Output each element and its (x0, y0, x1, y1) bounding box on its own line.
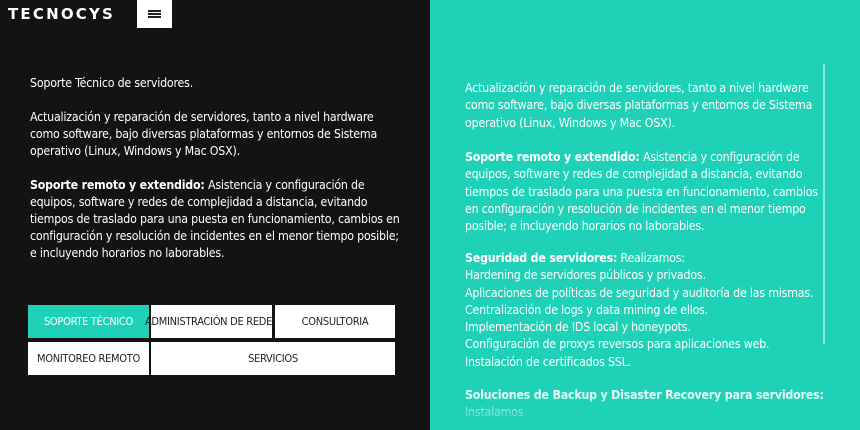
left-panel: TECNOCYS Soporte Técnico de servidores. … (0, 0, 430, 430)
tab-monitoreo-remoto[interactable]: MONITOREO REMOTO (28, 342, 149, 375)
server-security-heading: Seguridad de servidores: (465, 251, 618, 265)
intro-paragraph: Actualización y reparación de servidores… (30, 110, 378, 158)
tab-administracion-de-redes[interactable]: ADMINISTRACIÓN DE REDES (145, 305, 278, 338)
security-item: Centralización de logs y data mining de … (465, 302, 709, 317)
right-panel[interactable]: Actualización y reparación de servidores… (430, 0, 860, 430)
security-item: Configuración de proxys reversos para ap… (465, 337, 770, 352)
hamburger-icon-line (148, 16, 161, 18)
hamburger-icon (148, 10, 161, 12)
hamburger-icon-line (148, 13, 161, 15)
security-item: Aplicaciones de políticas de seguridad y… (465, 285, 814, 300)
section-title: Soporte Técnico de servidores. (30, 76, 194, 90)
tab-servicios[interactable]: SERVICIOS (151, 342, 395, 375)
tab-consultoria[interactable]: CONSULTORIA (275, 305, 395, 338)
server-security-intro: Realizamos: (617, 251, 685, 265)
security-item: Hardening de servidores públicos y priva… (465, 268, 706, 283)
brand-logo[interactable]: TECNOCYS (8, 5, 115, 23)
remote-support-detail-heading: Soporte remoto y extendido: (465, 150, 640, 164)
backup-text: Instalamos (465, 405, 524, 420)
remote-support-detail: Soporte remoto y extendido: Asistencia y… (465, 149, 827, 235)
backup-section: Soluciones de Backup y Disaster Recovery… (465, 387, 827, 422)
content-scrollbar[interactable] (823, 64, 825, 344)
remote-support-heading: Soporte remoto y extendido: (30, 178, 205, 192)
security-item: Instalación de certificados SSL. (465, 354, 631, 369)
server-security-title: Seguridad de servidores: Realizamos: (465, 250, 827, 267)
service-intro-paragraph: Actualización y reparación de servidores… (465, 81, 813, 130)
hamburger-menu-button[interactable] (137, 0, 172, 28)
server-security-section: Seguridad de servidores: Realizamos: Har… (465, 250, 827, 371)
remote-support-paragraph: Soporte remoto y extendido: Asistencia y… (30, 177, 402, 262)
backup-heading: Soluciones de Backup y Disaster Recovery… (465, 388, 824, 402)
tab-soporte-tecnico[interactable]: SOPORTE TÉCNICO (28, 305, 149, 338)
security-item: Implementación de IDS local y honeypots. (465, 320, 691, 335)
